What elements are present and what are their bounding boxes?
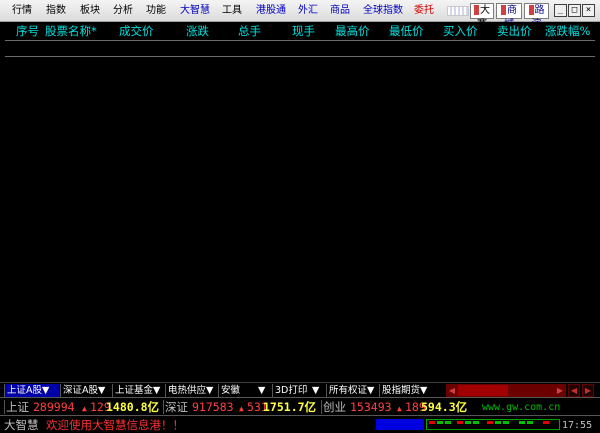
clock: 17:55: [562, 420, 593, 431]
grid-divider: [5, 56, 595, 57]
col-header-name[interactable]: 股票名称*: [45, 24, 97, 38]
tab-index-futures[interactable]: 股指期货▼: [379, 384, 433, 397]
app-label: 大智慧: [4, 418, 39, 432]
col-header-bid[interactable]: 买入价: [443, 24, 478, 38]
tab-sz-a-shares[interactable]: 深证A股▼: [60, 384, 112, 397]
connection-status-icon: [426, 419, 560, 430]
col-header-low[interactable]: 最低价: [389, 24, 424, 38]
tab-anhui[interactable]: 安徽: [218, 384, 256, 397]
cy-up-arrow-icon: ▲: [397, 404, 402, 413]
col-header-price[interactable]: 成交价: [119, 24, 154, 38]
tabs-next-button[interactable]: ▶: [582, 384, 594, 397]
logo-strip-icon: [447, 6, 469, 16]
col-header-index[interactable]: 序号: [16, 24, 39, 38]
close-button[interactable]: ×: [582, 4, 595, 17]
tab-sh-a-shares[interactable]: 上证A股▼: [4, 384, 59, 397]
quote-table-area[interactable]: [0, 40, 600, 382]
cy-index-label[interactable]: 创业: [321, 400, 346, 414]
menu-bar: 行情 指数 板块 分析 功能 大智慧 工具 港股通 外汇 商品 全球指数 委托 …: [0, 0, 600, 30]
menu-item-function[interactable]: 功能: [146, 5, 166, 17]
menu-item-trade[interactable]: 委托: [414, 5, 434, 17]
sz-index-label[interactable]: 深证: [163, 400, 188, 414]
tab-3d-printing-dropdown[interactable]: ▼: [310, 384, 326, 397]
tab-3d-printing[interactable]: 3D打印: [272, 384, 310, 397]
sh-index-value: 289994: [33, 400, 75, 414]
contest-button[interactable]: 大赛: [470, 3, 494, 30]
col-header-ask[interactable]: 卖出价: [497, 24, 532, 38]
col-header-volume[interactable]: 总手: [238, 24, 261, 38]
header-divider: [5, 40, 595, 41]
roadshow-button[interactable]: 路演: [524, 3, 549, 30]
scroll-left-icon[interactable]: ◀: [446, 384, 458, 397]
menu-item-index[interactable]: 指数: [46, 5, 66, 17]
scroll-right-icon[interactable]: ▶: [554, 384, 566, 397]
menu-item-forex[interactable]: 外汇: [298, 5, 318, 17]
roadshow-icon: [528, 5, 534, 15]
contest-icon: [474, 5, 479, 15]
maximize-button[interactable]: □: [568, 4, 581, 17]
col-header-change-pct[interactable]: 涨跌幅%: [545, 24, 590, 38]
col-header-high[interactable]: 最高价: [335, 24, 370, 38]
menu-item-analysis[interactable]: 分析: [113, 5, 133, 17]
cy-index-value: 153493: [350, 400, 392, 414]
tabs-prev-button[interactable]: ◀: [568, 384, 580, 397]
website-link[interactable]: www.gw.com.cn: [482, 401, 560, 415]
sheet-tabs-bar: 上证A股▼ 深证A股▼ 上证基金▼ 电热供应▼ 安徽 ▼ 3D打印 ▼ 所有权证…: [0, 382, 600, 397]
menu-item-global-index[interactable]: 全球指数: [363, 5, 403, 17]
cy-turnover: 594.3亿: [421, 400, 468, 414]
sh-index-label[interactable]: 上证: [4, 400, 29, 414]
menu-item-quotes[interactable]: 行情: [12, 5, 32, 17]
menu-item-sector[interactable]: 板块: [80, 5, 100, 17]
sz-turnover: 1751.7亿: [263, 400, 317, 414]
welcome-message: 欢迎使用大智慧信息港！！: [46, 418, 184, 432]
mall-icon: [501, 5, 506, 15]
sz-index-value: 917583: [192, 400, 234, 414]
col-header-last-volume[interactable]: 现手: [292, 24, 315, 38]
column-header: 序号 股票名称* 成交价 涨跌 总手 现手 最高价 最低价 买入价 卖出价 涨跌…: [0, 22, 600, 40]
menu-item-commodity[interactable]: 商品: [330, 5, 350, 17]
sh-turnover: 1480.8亿: [106, 400, 160, 414]
tab-sh-funds[interactable]: 上证基金▼: [112, 384, 165, 397]
tab-all-warrants[interactable]: 所有权证▼: [326, 384, 379, 397]
tab-power-heat[interactable]: 电热供应▼: [165, 384, 218, 397]
status-bar: 大智慧 欢迎使用大智慧信息港！！ 17:55: [0, 415, 600, 433]
tab-anhui-dropdown[interactable]: ▼: [256, 384, 272, 397]
scroll-thumb[interactable]: [458, 385, 508, 396]
index-ticker: 上证 289994 ▲ 129 1480.8亿 深证 917583 ▲ 531 …: [0, 397, 600, 415]
connection-indicator-blue: [376, 419, 424, 430]
menu-item-tools[interactable]: 工具: [222, 5, 242, 17]
menu-item-dzh[interactable]: 大智慧: [180, 5, 210, 17]
col-header-change[interactable]: 涨跌: [186, 24, 209, 38]
mall-button[interactable]: 商城: [496, 3, 522, 30]
sh-up-arrow-icon: ▲: [82, 404, 87, 413]
menu-item-hk-connect[interactable]: 港股通: [256, 5, 286, 17]
sz-up-arrow-icon: ▲: [239, 404, 244, 413]
minimize-button[interactable]: _: [554, 4, 567, 17]
horizontal-scrollbar[interactable]: ◀ ▶: [446, 384, 566, 397]
